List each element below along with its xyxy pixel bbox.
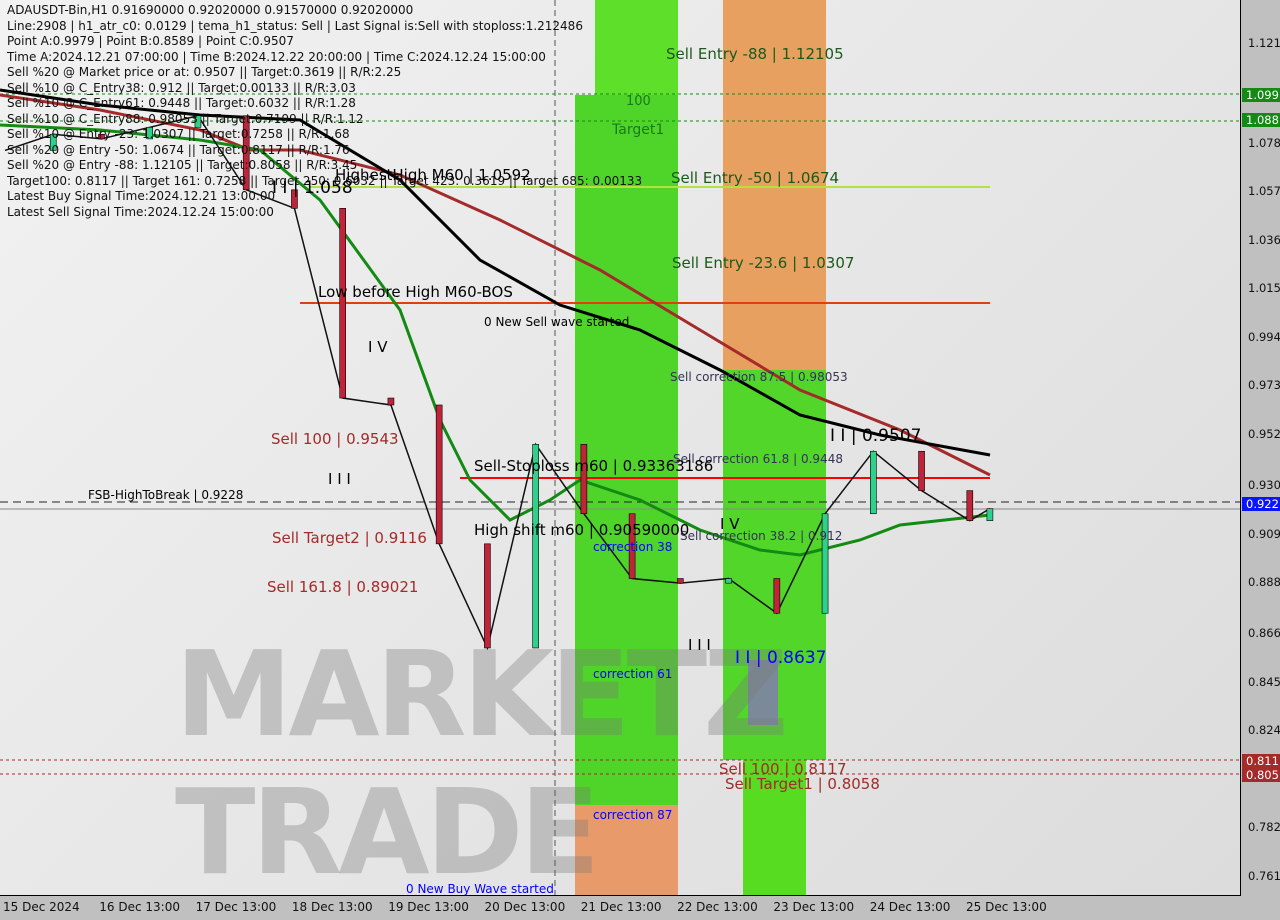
y-tick-label: 0.888	[1248, 575, 1280, 590]
label-sell-stoploss: Sell-Stoploss m60 | 0.93363186	[474, 457, 714, 475]
label-ii-8637: I I | 0.8637	[735, 648, 827, 668]
x-tick-label: 25 Dec 13:00	[966, 900, 1047, 914]
price-badge: 1.088	[1242, 113, 1280, 128]
price-badge: 0.805	[1242, 768, 1280, 783]
y-tick-label: 0.782	[1248, 820, 1280, 835]
x-tick-label: 24 Dec 13:00	[869, 900, 951, 914]
info-line: Sell %20 @ Market price or at: 0.9507 ||…	[7, 65, 402, 79]
x-tick-label: 15 Dec 2024	[3, 900, 80, 914]
label-fsb: FSB-HighToBreak | 0.9228	[88, 488, 244, 502]
x-tick-label: 22 Dec 13:00	[677, 900, 758, 914]
info-line: Point A:0.9979 | Point B:0.8589 | Point …	[7, 34, 294, 48]
x-tick-label: 16 Dec 13:00	[99, 900, 180, 914]
info-line: ADAUSDT-Bin,H1 0.91690000 0.92020000 0.9…	[7, 3, 414, 17]
price-candle	[387, 397, 395, 406]
label-sell-target2: Sell Target2 | 0.9116	[272, 529, 427, 547]
price-candle	[677, 578, 684, 584]
price-badge: 0.922	[1242, 497, 1280, 512]
price-candle	[966, 490, 974, 521]
price-candle	[773, 578, 781, 614]
y-tick-label: 0.930	[1248, 477, 1280, 492]
x-tick-label: 23 Dec 13:00	[773, 900, 855, 914]
label-iv-1: I V	[368, 338, 388, 356]
label-ii-9507: I I | 0.9507	[830, 426, 922, 446]
price-badge: 1.099	[1242, 87, 1280, 102]
x-tick-label: 20 Dec 13:00	[484, 900, 566, 914]
y-tick-label: 1.015	[1248, 281, 1280, 296]
price-candle	[986, 508, 994, 521]
label-sell-100: Sell 100 | 0.9543	[271, 430, 399, 448]
y-tick-label: 0.824	[1248, 723, 1280, 738]
label-sell-corr-875: Sell correction 87.5 | 0.98053	[670, 370, 848, 384]
y-tick-label: 1.121	[1248, 36, 1280, 50]
label-iii-2: I I I	[688, 636, 711, 654]
label-sell-entry-23: Sell Entry -23.6 | 1.0307	[672, 254, 855, 272]
info-line: Line:2908 | h1_atr_c0: 0.0129 | tema_h1_…	[7, 18, 583, 33]
info-line: Sell %10 @ C_Entry88: 0.98053 || Target:…	[7, 111, 364, 126]
y-tick-label: 1.078	[1248, 135, 1280, 150]
label-sell-target1: Sell Target1 | 0.8058	[725, 775, 880, 793]
label-sell-corr-382: Sell correction 38.2 | 0.912	[680, 529, 843, 543]
price-candle	[725, 578, 732, 584]
label-target1: Target1	[612, 122, 665, 138]
y-tick-label: 0.952	[1248, 427, 1280, 442]
price-candle	[870, 450, 877, 515]
label-correction-87: correction 87	[593, 808, 673, 822]
label-highest-high: HighestHigh M60 | 1.0592	[335, 166, 531, 184]
y-tick-label: 0.845	[1248, 674, 1280, 689]
y-tick-label: 1.036	[1248, 232, 1280, 247]
label-new-buy-wave: 0 New Buy Wave started	[406, 882, 554, 896]
label-correction-38: correction 38	[593, 540, 673, 554]
y-tick-label: 0.761	[1248, 869, 1280, 884]
chart-plot-area[interactable]: MARKETZ TRADE ADAUSDT-Bin,H1 0.91690000 …	[0, 0, 1241, 896]
info-line: Latest Sell Signal Time:2024.12.24 15:00…	[7, 204, 274, 219]
info-line: Time A:2024.12.21 07:00:00 | Time B:2024…	[7, 49, 546, 64]
y-tick-label: 0.909	[1248, 526, 1280, 541]
info-line: Sell %20 @ Entry -88: 1.12105 || Target:…	[7, 158, 358, 172]
label-high-shift: High shift m60 | 0.90590000	[474, 521, 690, 539]
info-line: Sell %10 @ C_Entry61: 0.9448 || Target:0…	[7, 96, 356, 110]
price-candle	[918, 450, 925, 491]
price-candle	[435, 404, 443, 545]
x-tick-label: 18 Dec 13:00	[291, 900, 373, 914]
y-tick-label: 0.866	[1248, 626, 1280, 641]
x-tick-label: 19 Dec 13:00	[388, 900, 469, 914]
label-sell-entry-88: Sell Entry -88 | 1.12105	[666, 45, 844, 63]
label-sell-1618: Sell 161.8 | 0.89021	[267, 578, 419, 596]
price-badge: 0.811	[1242, 754, 1280, 769]
price-candle	[580, 444, 588, 515]
label-low-before-high: Low before High M60-BOS	[318, 283, 513, 301]
x-tick-label: 21 Dec 13:00	[580, 900, 662, 914]
price-candle	[484, 543, 491, 649]
price-candle	[339, 207, 346, 399]
label-iii: I I I	[328, 470, 351, 488]
info-line: Sell %10 @ Entry -23: 1.0307 || Target:0…	[7, 127, 350, 141]
label-correction-61: correction 61	[593, 667, 673, 681]
label-new-sell-wave: 0 New Sell wave started	[484, 315, 630, 329]
y-tick-label: 0.973	[1248, 378, 1280, 393]
y-tick-label: 0.994	[1248, 329, 1280, 344]
x-tick-label: 17 Dec 13:00	[195, 900, 277, 914]
info-line: Sell %20 @ Entry -50: 1.0674 || Target:0…	[7, 142, 350, 157]
label-100: 100	[626, 94, 651, 109]
info-line: Sell %10 @ C_Entry38: 0.912 || Target:0.…	[7, 80, 356, 95]
label-sell-entry-50: Sell Entry -50 | 1.0674	[671, 169, 840, 187]
y-tick-label: 1.057	[1248, 184, 1280, 199]
